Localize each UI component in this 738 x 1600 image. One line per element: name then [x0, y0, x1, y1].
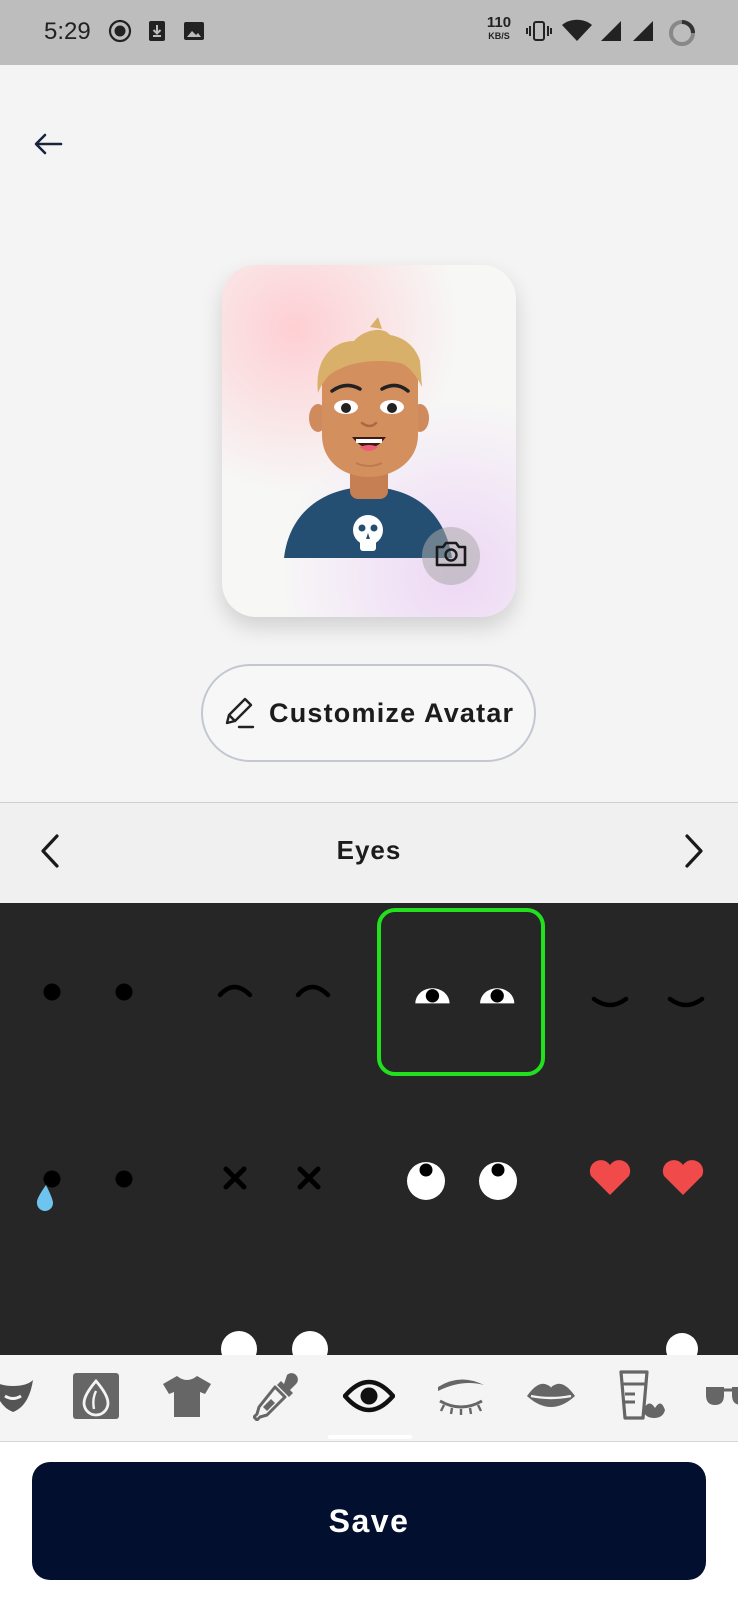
image-icon: [182, 19, 206, 48]
tab-glasses[interactable]: [694, 1363, 738, 1433]
vibrate-icon: [526, 19, 552, 48]
eye-option-look-up[interactable]: [386, 1089, 554, 1257]
eye-option-row3-b[interactable]: [570, 1323, 738, 1355]
feature-tab-bar: [0, 1355, 738, 1441]
eye-option-tear-dots[interactable]: [0, 1089, 168, 1257]
customize-avatar-label: Customize Avatar: [269, 697, 515, 728]
eye-icon: [342, 1378, 396, 1419]
tab-dropper[interactable]: [242, 1363, 312, 1433]
tab-eyebrows[interactable]: [426, 1363, 496, 1433]
signal-icon-2: [631, 19, 655, 48]
cup-icon: [615, 1369, 667, 1427]
active-tab-indicator: [328, 1435, 412, 1439]
network-speed-value: 110: [486, 14, 512, 31]
tab-cup[interactable]: [606, 1363, 676, 1433]
battery-ring-icon: [668, 19, 696, 52]
eye-option-closed-smile[interactable]: [570, 903, 738, 1071]
avatar-preview: [222, 265, 516, 617]
beard-icon: [0, 1372, 39, 1425]
eye-option-arches[interactable]: [184, 903, 352, 1071]
wifi-icon: [561, 19, 593, 48]
customize-avatar-button[interactable]: Customize Avatar: [201, 664, 536, 762]
arrow-left-icon: [33, 133, 63, 160]
pencil-icon: [221, 695, 257, 731]
glasses-icon: [704, 1381, 738, 1416]
tab-beard[interactable]: [0, 1363, 48, 1433]
eye-option-hearts[interactable]: [570, 1089, 738, 1257]
signal-icon: [599, 19, 623, 48]
category-title: Eyes: [336, 835, 402, 865]
tab-eyes[interactable]: [334, 1363, 404, 1433]
eye-option-crosses[interactable]: [184, 1089, 352, 1257]
save-button[interactable]: Save: [32, 1462, 706, 1580]
tab-shirt[interactable]: [152, 1363, 222, 1433]
download-icon: [146, 19, 168, 48]
tab-skin-tone[interactable]: [61, 1363, 131, 1433]
skin-tone-icon: [71, 1371, 121, 1426]
back-button[interactable]: [28, 126, 68, 166]
eyebrow-icon: [434, 1375, 488, 1422]
eye-option-row3-a[interactable]: [184, 1323, 352, 1355]
status-bar: 5:29 110 KB/S: [0, 0, 738, 65]
dropper-icon: [252, 1371, 301, 1426]
camera-icon: [433, 539, 469, 574]
status-time: 5:29: [44, 18, 91, 45]
camera-button[interactable]: [422, 527, 480, 585]
category-header: Eyes: [0, 803, 738, 903]
next-category-button[interactable]: [666, 825, 722, 881]
chevron-right-icon: [684, 833, 704, 873]
record-icon: [108, 19, 132, 48]
network-speed-unit: KB/S: [488, 31, 510, 41]
lips-icon: [525, 1380, 577, 1417]
save-area: Save: [0, 1442, 738, 1600]
network-speed: 110 KB/S: [482, 15, 516, 41]
tab-lips[interactable]: [516, 1363, 586, 1433]
eye-options-grid: [0, 903, 738, 1355]
eye-option-dots[interactable]: [0, 903, 168, 1071]
eye-option-round-open[interactable]: [377, 908, 545, 1076]
shirt-icon: [161, 1373, 213, 1424]
